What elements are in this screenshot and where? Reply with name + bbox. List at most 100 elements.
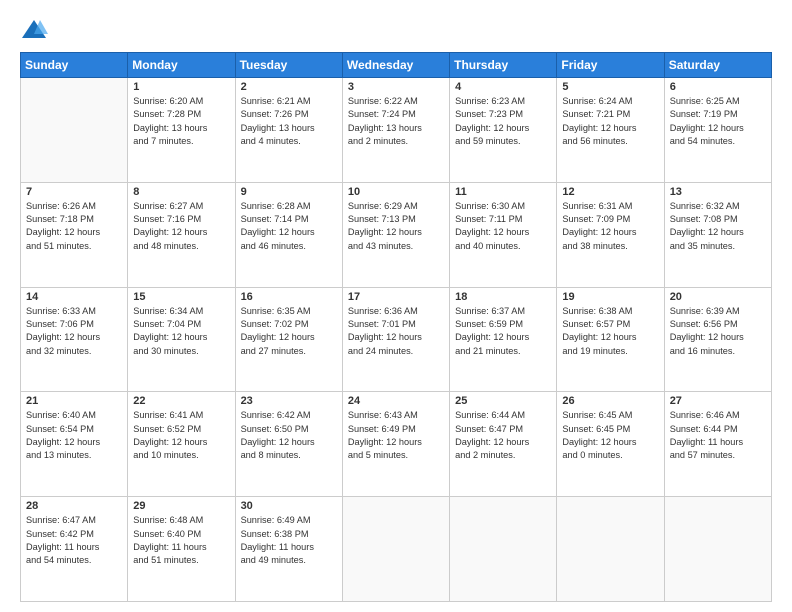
day-info: Sunrise: 6:49 AM Sunset: 6:38 PM Dayligh…	[241, 514, 337, 567]
day-number: 26	[562, 395, 658, 407]
calendar-cell: 22 Sunrise: 6:41 AM Sunset: 6:52 PM Dayli…	[128, 392, 235, 497]
calendar-cell: 14 Sunrise: 6:33 AM Sunset: 7:06 PM Dayli…	[21, 287, 128, 392]
day-info: Sunrise: 6:32 AM Sunset: 7:08 PM Dayligh…	[670, 200, 766, 253]
day-number: 6	[670, 81, 766, 93]
day-info: Sunrise: 6:37 AM Sunset: 6:59 PM Dayligh…	[455, 305, 551, 358]
calendar-cell	[342, 497, 449, 602]
day-number: 10	[348, 186, 444, 198]
logo-icon	[20, 16, 48, 44]
calendar-cell: 17 Sunrise: 6:36 AM Sunset: 7:01 PM Dayli…	[342, 287, 449, 392]
calendar-cell: 16Sunrise: 6:35 AM Sunset: 7:02 PM Dayli…	[235, 287, 342, 392]
day-info: Sunrise: 6:42 AM Sunset: 6:50 PM Dayligh…	[241, 409, 337, 462]
day-info: Sunrise: 6:27 AM Sunset: 7:16 PM Dayligh…	[133, 200, 229, 253]
day-info: Sunrise: 6:40 AM Sunset: 6:54 PM Dayligh…	[26, 409, 122, 462]
day-number: 9	[241, 186, 337, 198]
col-header-friday: Friday	[557, 53, 664, 78]
calendar-cell: 12 Sunrise: 6:31 AM Sunset: 7:09 PM Dayli…	[557, 182, 664, 287]
day-info: Sunrise: 6:25 AM Sunset: 7:19 PM Dayligh…	[670, 95, 766, 148]
day-number: 2	[241, 81, 337, 93]
day-info: Sunrise: 6:22 AM Sunset: 7:24 PM Dayligh…	[348, 95, 444, 148]
day-number: 28	[26, 500, 122, 512]
col-header-tuesday: Tuesday	[235, 53, 342, 78]
col-header-saturday: Saturday	[664, 53, 771, 78]
day-info: Sunrise: 6:41 AM Sunset: 6:52 PM Dayligh…	[133, 409, 229, 462]
page: SundayMondayTuesdayWednesdayThursdayFrid…	[0, 0, 792, 612]
calendar-cell: 1 Sunrise: 6:20 AM Sunset: 7:28 PM Daylig…	[128, 78, 235, 183]
day-info: Sunrise: 6:48 AM Sunset: 6:40 PM Dayligh…	[133, 514, 229, 567]
day-info: Sunrise: 6:39 AM Sunset: 6:56 PM Dayligh…	[670, 305, 766, 358]
calendar-cell: 27 Sunrise: 6:46 AM Sunset: 6:44 PM Dayli…	[664, 392, 771, 497]
calendar-cell: 13 Sunrise: 6:32 AM Sunset: 7:08 PM Dayli…	[664, 182, 771, 287]
calendar-cell	[450, 497, 557, 602]
calendar-cell: 30Sunrise: 6:49 AM Sunset: 6:38 PM Dayli…	[235, 497, 342, 602]
day-number: 21	[26, 395, 122, 407]
day-number: 4	[455, 81, 551, 93]
col-header-wednesday: Wednesday	[342, 53, 449, 78]
calendar-cell: 23 Sunrise: 6:42 AM Sunset: 6:50 PM Dayli…	[235, 392, 342, 497]
day-number: 3	[348, 81, 444, 93]
day-number: 12	[562, 186, 658, 198]
day-number: 5	[562, 81, 658, 93]
calendar-cell: 21 Sunrise: 6:40 AM Sunset: 6:54 PM Dayli…	[21, 392, 128, 497]
day-info: Sunrise: 6:45 AM Sunset: 6:45 PM Dayligh…	[562, 409, 658, 462]
calendar-cell: 6 Sunrise: 6:25 AM Sunset: 7:19 PM Daylig…	[664, 78, 771, 183]
calendar-cell: 5 Sunrise: 6:24 AM Sunset: 7:21 PM Daylig…	[557, 78, 664, 183]
calendar-cell: 29 Sunrise: 6:48 AM Sunset: 6:40 PM Dayli…	[128, 497, 235, 602]
day-number: 24	[348, 395, 444, 407]
day-info: Sunrise: 6:20 AM Sunset: 7:28 PM Dayligh…	[133, 95, 229, 148]
day-info: Sunrise: 6:26 AM Sunset: 7:18 PM Dayligh…	[26, 200, 122, 253]
day-number: 18	[455, 291, 551, 303]
calendar-cell: 9 Sunrise: 6:28 AM Sunset: 7:14 PM Daylig…	[235, 182, 342, 287]
calendar-cell	[21, 78, 128, 183]
day-info: Sunrise: 6:43 AM Sunset: 6:49 PM Dayligh…	[348, 409, 444, 462]
logo	[20, 16, 52, 44]
day-info: Sunrise: 6:24 AM Sunset: 7:21 PM Dayligh…	[562, 95, 658, 148]
day-number: 22	[133, 395, 229, 407]
calendar-cell: 26 Sunrise: 6:45 AM Sunset: 6:45 PM Dayli…	[557, 392, 664, 497]
day-number: 23	[241, 395, 337, 407]
calendar-cell: 20 Sunrise: 6:39 AM Sunset: 6:56 PM Dayli…	[664, 287, 771, 392]
calendar-cell: 24 Sunrise: 6:43 AM Sunset: 6:49 PM Dayli…	[342, 392, 449, 497]
day-info: Sunrise: 6:28 AM Sunset: 7:14 PM Dayligh…	[241, 200, 337, 253]
calendar-cell: 19Sunrise: 6:38 AM Sunset: 6:57 PM Dayli…	[557, 287, 664, 392]
calendar-cell: 7 Sunrise: 6:26 AM Sunset: 7:18 PM Daylig…	[21, 182, 128, 287]
day-info: Sunrise: 6:23 AM Sunset: 7:23 PM Dayligh…	[455, 95, 551, 148]
day-info: Sunrise: 6:46 AM Sunset: 6:44 PM Dayligh…	[670, 409, 766, 462]
day-number: 8	[133, 186, 229, 198]
day-info: Sunrise: 6:33 AM Sunset: 7:06 PM Dayligh…	[26, 305, 122, 358]
calendar-cell: 25Sunrise: 6:44 AM Sunset: 6:47 PM Dayli…	[450, 392, 557, 497]
day-info: Sunrise: 6:36 AM Sunset: 7:01 PM Dayligh…	[348, 305, 444, 358]
header	[20, 16, 772, 44]
col-header-thursday: Thursday	[450, 53, 557, 78]
day-number: 1	[133, 81, 229, 93]
day-number: 7	[26, 186, 122, 198]
day-number: 20	[670, 291, 766, 303]
calendar-cell: 18 Sunrise: 6:37 AM Sunset: 6:59 PM Dayli…	[450, 287, 557, 392]
calendar-cell: 10 Sunrise: 6:29 AM Sunset: 7:13 PM Dayli…	[342, 182, 449, 287]
day-number: 29	[133, 500, 229, 512]
calendar-cell: 15 Sunrise: 6:34 AM Sunset: 7:04 PM Dayli…	[128, 287, 235, 392]
day-info: Sunrise: 6:47 AM Sunset: 6:42 PM Dayligh…	[26, 514, 122, 567]
calendar-table: SundayMondayTuesdayWednesdayThursdayFrid…	[20, 52, 772, 602]
calendar-cell: 8 Sunrise: 6:27 AM Sunset: 7:16 PM Daylig…	[128, 182, 235, 287]
day-info: Sunrise: 6:29 AM Sunset: 7:13 PM Dayligh…	[348, 200, 444, 253]
calendar-cell: 11Sunrise: 6:30 AM Sunset: 7:11 PM Dayli…	[450, 182, 557, 287]
calendar-cell: 28 Sunrise: 6:47 AM Sunset: 6:42 PM Dayli…	[21, 497, 128, 602]
day-number: 17	[348, 291, 444, 303]
day-number: 13	[670, 186, 766, 198]
day-number: 27	[670, 395, 766, 407]
day-info: Sunrise: 6:31 AM Sunset: 7:09 PM Dayligh…	[562, 200, 658, 253]
day-number: 14	[26, 291, 122, 303]
calendar-cell	[664, 497, 771, 602]
day-info: Sunrise: 6:35 AM Sunset: 7:02 PM Dayligh…	[241, 305, 337, 358]
calendar-cell	[557, 497, 664, 602]
col-header-monday: Monday	[128, 53, 235, 78]
day-number: 11	[455, 186, 551, 198]
day-info: Sunrise: 6:38 AM Sunset: 6:57 PM Dayligh…	[562, 305, 658, 358]
calendar-cell: 4 Sunrise: 6:23 AM Sunset: 7:23 PM Daylig…	[450, 78, 557, 183]
calendar-cell: 2 Sunrise: 6:21 AM Sunset: 7:26 PM Daylig…	[235, 78, 342, 183]
day-number: 15	[133, 291, 229, 303]
day-info: Sunrise: 6:21 AM Sunset: 7:26 PM Dayligh…	[241, 95, 337, 148]
day-info: Sunrise: 6:34 AM Sunset: 7:04 PM Dayligh…	[133, 305, 229, 358]
calendar-cell: 3 Sunrise: 6:22 AM Sunset: 7:24 PM Daylig…	[342, 78, 449, 183]
